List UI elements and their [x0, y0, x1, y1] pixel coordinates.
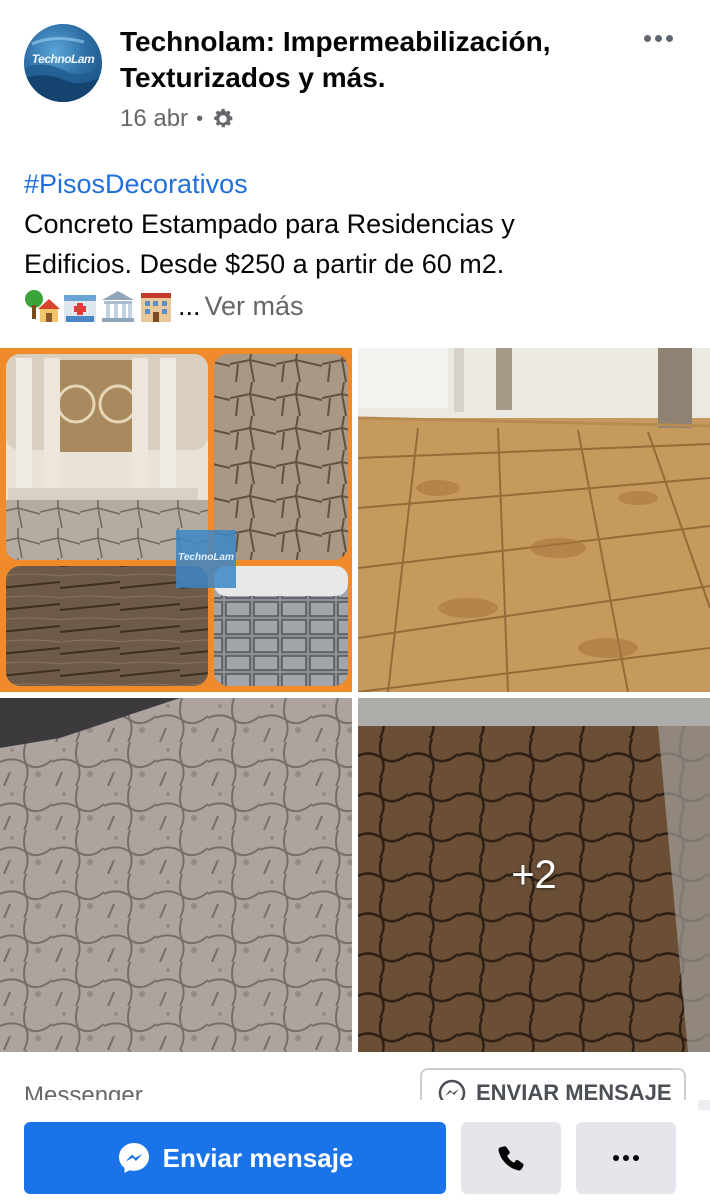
post-date[interactable]: 16 abr: [120, 105, 188, 133]
overflow-button[interactable]: [576, 1122, 676, 1194]
collage-watermark: TechnoLam: [178, 552, 234, 563]
messenger-label: Messenger: [24, 1082, 143, 1100]
page-name[interactable]: Technolam: Impermeabilización, Texturiza…: [120, 24, 620, 96]
messenger-icon: [438, 1079, 466, 1100]
send-message-button[interactable]: Enviar mensaje: [24, 1122, 446, 1194]
meta-separator: •: [196, 107, 204, 130]
send-message-label: Enviar mensaje: [162, 1142, 354, 1173]
more-photos-overlay[interactable]: +2: [358, 698, 710, 1052]
hotel-emoji: [141, 293, 171, 322]
more-dot: [623, 1155, 629, 1161]
body-line-2: Edificios. Desde $250 a partir de 60 m2.: [24, 249, 505, 279]
see-more-link[interactable]: Ver más: [205, 286, 304, 326]
messenger-icon: [118, 1143, 149, 1173]
hospital-emoji: [64, 295, 96, 322]
avatar-logo-text: TechnoLam: [31, 52, 95, 66]
post-body: #PisosDecorativos Concreto Estampado par…: [24, 164, 694, 328]
phone-icon: [498, 1146, 524, 1171]
tan-floor-image: [358, 348, 710, 692]
action-bar: Enviar mensaje: [0, 1110, 710, 1200]
more-dot: [665, 34, 673, 42]
more-dot: [633, 1155, 639, 1161]
photo-grey-floor[interactable]: [0, 698, 352, 1052]
grey-floor-image: [0, 698, 352, 1052]
post-header: TechnoLam Technolam: Impermeabilización,…: [0, 0, 710, 140]
more-dot: [654, 34, 662, 42]
body-line-1: Concreto Estampado para Residencias y: [24, 209, 515, 239]
send-message-small-label: ENVIAR MENSAJE: [476, 1080, 672, 1100]
photo-grid: TechnoLam +2: [0, 348, 710, 1052]
photo-tan-floor[interactable]: [358, 348, 710, 692]
tree-house-emoji: [25, 290, 60, 322]
messenger-row: Messenger ENVIAR MENSAJE: [0, 1066, 710, 1100]
more-photos-count: +2: [511, 852, 557, 897]
hashtag-link[interactable]: #PisosDecorativos: [24, 164, 694, 204]
call-button[interactable]: [461, 1122, 561, 1194]
gear-icon: [214, 108, 233, 128]
photo-brown-floor[interactable]: +2: [358, 698, 710, 1052]
post-meta: 16 abr •: [120, 104, 235, 134]
ellipsis: ...: [178, 291, 201, 321]
more-dots-icon: [643, 34, 651, 42]
page-avatar[interactable]: TechnoLam: [24, 24, 102, 102]
photo-collage[interactable]: TechnoLam: [0, 348, 352, 692]
bank-emoji: [102, 291, 134, 322]
emoji-row: ... Ver más: [24, 284, 694, 328]
collage-image: [6, 354, 348, 686]
more-dots-icon: [613, 1155, 619, 1161]
send-message-small-button[interactable]: ENVIAR MENSAJE: [420, 1068, 686, 1100]
post-more-button[interactable]: [636, 22, 680, 54]
